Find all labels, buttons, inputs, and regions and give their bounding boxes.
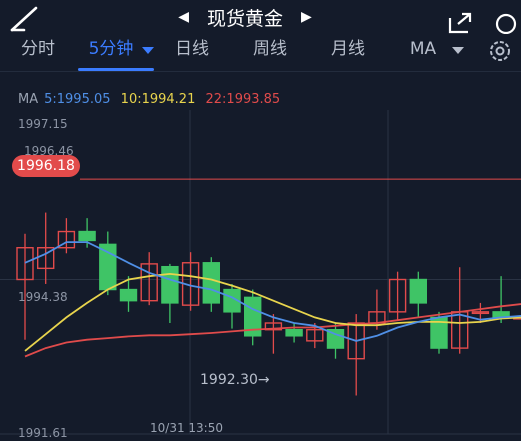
candle-down [285, 328, 303, 337]
ma22-value: 22:1993.85 [205, 92, 281, 107]
tab-weekly[interactable]: 周线 [244, 34, 296, 72]
candle-down [202, 262, 221, 304]
ma-legend: MA 5:1995.05 10:1994.21 22:1993.85 [18, 92, 286, 107]
ma-legend-label: MA [18, 92, 39, 107]
current-price-tag: 1996.18 [12, 155, 80, 177]
triangle-left-icon[interactable]: ◀ [178, 9, 189, 25]
tab-divider [0, 71, 521, 72]
candle-down [119, 288, 138, 302]
search-icon[interactable] [492, 10, 521, 34]
y-label-top: 1997.15 [18, 117, 68, 131]
y-label-middle: 1994.38 [18, 290, 68, 304]
min-price-marker: 1992.30→ [200, 372, 270, 388]
tab-daily[interactable]: 日线 [166, 34, 218, 72]
candle-down [78, 230, 96, 242]
candle-down [409, 278, 427, 304]
ma5-value: 5:1995.05 [44, 92, 111, 107]
tab-5min[interactable]: 5分钟 [80, 34, 142, 72]
ma10-value: 10:1994.21 [120, 92, 196, 107]
candle-down [99, 243, 117, 291]
top-bar: ◀ 现货黄金 ▶ [0, 0, 521, 34]
candle-down [161, 265, 179, 304]
title-group: ◀ 现货黄金 ▶ [160, 3, 330, 31]
chevron-down-icon[interactable] [142, 47, 154, 54]
back-arrow-icon[interactable] [8, 4, 44, 32]
triangle-right-icon[interactable]: ▶ [301, 9, 312, 25]
tab-minute[interactable]: 分时 [12, 34, 64, 72]
gear-icon[interactable] [486, 37, 514, 65]
y-label-bottom: 1991.61 [18, 426, 68, 440]
share-icon[interactable] [446, 10, 476, 34]
period-tabs: 分时 5分钟 日线 周线 月线 MA [0, 34, 521, 72]
ma-chevron-down-icon[interactable] [452, 47, 464, 54]
tab-monthly[interactable]: 月线 [322, 34, 374, 72]
tab-ma[interactable]: MA [400, 34, 446, 72]
page-title: 现货黄金 [206, 7, 283, 30]
x-axis-time-label: 10/31 13:50 [150, 421, 223, 435]
